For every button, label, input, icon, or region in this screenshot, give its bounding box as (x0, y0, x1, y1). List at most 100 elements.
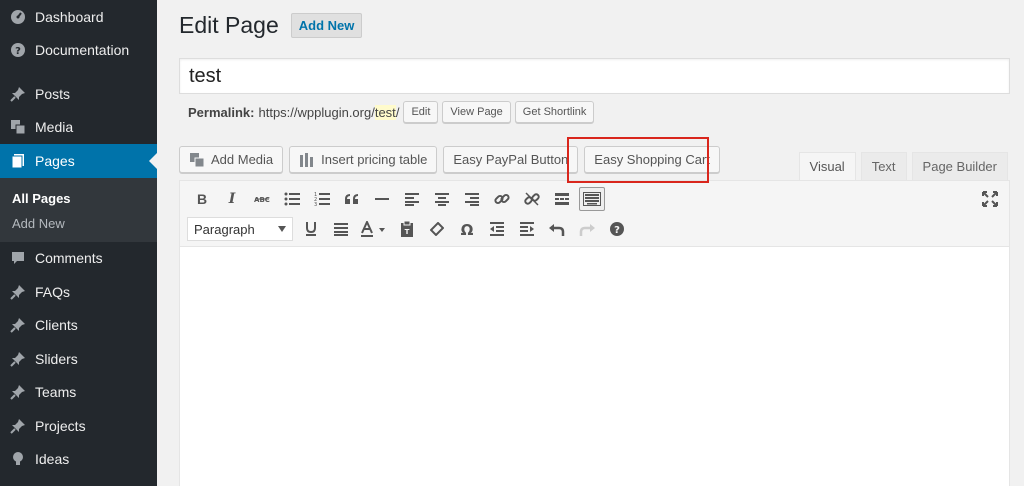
sidebar-item-label: Pages (35, 152, 75, 169)
outdent-icon (490, 222, 504, 236)
sidebar-item-label: Comments (35, 250, 103, 267)
svg-text:T: T (405, 228, 410, 236)
justify-button[interactable] (326, 216, 356, 242)
help-button[interactable]: ? (602, 216, 632, 242)
sidebar-item-documentation[interactable]: ? Documentation (0, 34, 157, 68)
sidebar-item-pages[interactable]: Pages (0, 144, 157, 178)
strikethrough-button[interactable]: ABC (247, 186, 277, 212)
sidebar-item-comments[interactable]: Comments (0, 242, 157, 276)
view-page-button[interactable]: View Page (442, 101, 511, 123)
align-center-button[interactable] (427, 186, 457, 212)
pin-icon (9, 317, 26, 334)
redo-icon (579, 224, 595, 236)
tab-visual[interactable]: Visual (798, 152, 856, 180)
paste-text-button[interactable]: T (392, 216, 422, 242)
svg-text:3: 3 (314, 202, 317, 206)
pin-icon (9, 384, 26, 401)
pin-icon (9, 85, 26, 102)
undo-button[interactable] (542, 216, 572, 242)
sidebar-item-faqs[interactable]: FAQs (0, 275, 157, 309)
align-right-button[interactable] (457, 186, 487, 212)
text-color-button[interactable] (356, 216, 392, 242)
add-new-button[interactable]: Add New (290, 13, 363, 38)
pricing-label: Insert pricing table (321, 152, 428, 167)
editor-tabs: Visual Text Page Builder (794, 152, 1008, 180)
redo-button[interactable] (572, 216, 602, 242)
omega-icon: Ω (461, 222, 474, 236)
easy-paypal-button[interactable]: Easy PayPal Button (443, 146, 579, 173)
permalink-base[interactable]: https://wpplugin.org/ (258, 105, 374, 120)
toolbar-row-2: Paragraph T Ω ? (187, 216, 632, 242)
link-icon (494, 193, 510, 205)
read-more-button[interactable] (547, 186, 577, 212)
insert-pricing-table-button[interactable]: Insert pricing table (289, 146, 438, 173)
sidebar-item-label: Media (35, 119, 74, 136)
horizontal-line-icon (375, 198, 389, 200)
insert-link-button[interactable] (487, 186, 517, 212)
chevron-down-icon (278, 226, 286, 232)
tab-text[interactable]: Text (860, 152, 907, 180)
media-icon (189, 152, 205, 168)
pin-icon (9, 417, 26, 434)
italic-glyph: I (228, 191, 236, 207)
edit-slug-button[interactable]: Edit (403, 101, 439, 123)
sidebar-item-posts[interactable]: Posts (0, 77, 157, 111)
sidebar-item-clients[interactable]: Clients (0, 309, 157, 343)
sidebar-item-teams[interactable]: Teams (0, 376, 157, 410)
format-select-value: Paragraph (194, 221, 255, 237)
remove-link-button[interactable] (517, 186, 547, 212)
outdent-button[interactable] (482, 216, 512, 242)
comment-icon (9, 250, 26, 267)
sidebar-item-projects[interactable]: Projects (0, 409, 157, 443)
easy-shopping-cart-button[interactable]: Easy Shopping Cart (584, 146, 720, 173)
editor-toolbar: B I ABC 123 Paragraph T Ω ? (180, 181, 1009, 247)
lightbulb-icon (9, 451, 26, 468)
bold-glyph: B (196, 191, 208, 207)
main-content: Edit Page Add New Permalink: https://wpp… (157, 0, 1024, 486)
add-media-button[interactable]: Add Media (179, 146, 284, 173)
sidebar-item-label: Teams (35, 384, 77, 401)
sidebar-item-label: FAQs (35, 283, 71, 300)
numbered-list-button[interactable]: 123 (307, 186, 337, 212)
tab-page-builder[interactable]: Page Builder (911, 152, 1008, 180)
sidebar-item-label: Dashboard (35, 8, 104, 25)
text-color-icon (361, 221, 385, 237)
question-icon: ? (9, 42, 26, 59)
format-select[interactable]: Paragraph (187, 217, 293, 241)
permalink-slug[interactable]: test (374, 104, 396, 120)
svg-text:ABC: ABC (254, 196, 270, 204)
eraser-icon (430, 222, 444, 236)
sidebar-item-label: Ideas (35, 451, 70, 468)
fullscreen-button[interactable] (979, 188, 1001, 210)
blockquote-button[interactable] (337, 186, 367, 212)
editor-content-area[interactable] (180, 247, 1009, 486)
indent-button[interactable] (512, 216, 542, 242)
toolbar-toggle-button[interactable] (579, 187, 605, 211)
submenu-all-pages[interactable]: All Pages (0, 186, 157, 211)
post-title-input[interactable] (179, 58, 1010, 94)
horizontal-line-button[interactable] (367, 186, 397, 212)
sidebar-item-media[interactable]: Media (0, 111, 157, 145)
read-more-icon (555, 193, 569, 205)
content-editor: B I ABC 123 Paragraph T Ω ? (179, 180, 1010, 486)
special-character-button[interactable]: Ω (452, 216, 482, 242)
submenu-add-new[interactable]: Add New (0, 211, 157, 236)
media-icon (9, 119, 26, 136)
dashboard-icon (9, 8, 26, 25)
bullet-list-button[interactable] (277, 186, 307, 212)
get-shortlink-button[interactable]: Get Shortlink (514, 101, 595, 123)
bold-button[interactable]: B (187, 186, 217, 212)
unlink-icon (524, 192, 540, 206)
clear-formatting-button[interactable] (422, 216, 452, 242)
italic-button[interactable]: I (217, 186, 247, 212)
align-left-button[interactable] (397, 186, 427, 212)
permalink-label: Permalink: (188, 104, 255, 120)
sidebar-item-label: Projects (35, 417, 86, 434)
sidebar-item-ideas[interactable]: Ideas (0, 443, 157, 477)
fullscreen-icon (982, 191, 998, 207)
sidebar-item-sliders[interactable]: Sliders (0, 342, 157, 376)
permalink-trail: / (395, 104, 400, 120)
sidebar-item-dashboard[interactable]: Dashboard (0, 0, 157, 34)
underline-button[interactable] (296, 216, 326, 242)
help-icon: ? (610, 222, 624, 236)
